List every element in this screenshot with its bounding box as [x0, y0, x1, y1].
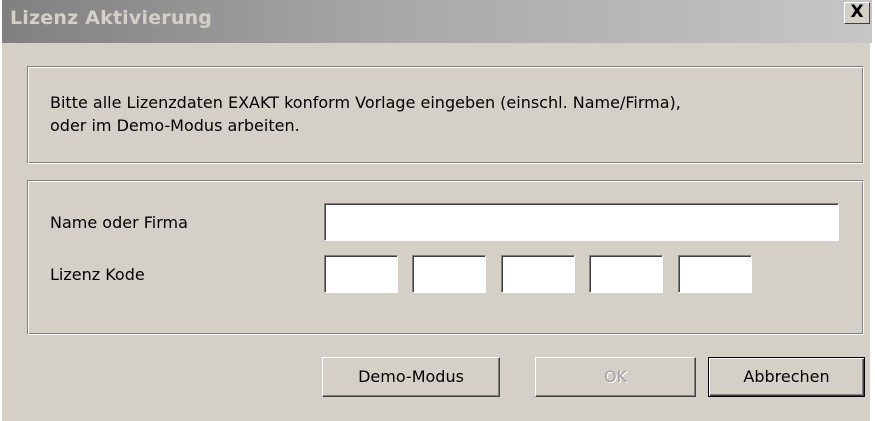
title-bar[interactable]: Lizenz Aktivierung X: [2, 0, 872, 43]
license-code-segment-5-input[interactable]: [678, 255, 752, 293]
close-button[interactable]: X: [844, 2, 870, 24]
license-form-group: Name oder Firma Lizenz Kode: [27, 180, 864, 335]
license-code-segment-2-input[interactable]: [412, 255, 486, 293]
license-code-label: Lizenz Kode: [50, 265, 145, 284]
name-label: Name oder Firma: [50, 213, 188, 232]
name-or-company-input[interactable]: [324, 203, 839, 241]
license-code-segment-3-input[interactable]: [501, 255, 575, 293]
license-activation-dialog: Lizenz Aktivierung X Bitte alle Lizenzda…: [0, 0, 872, 421]
dialog-title: Lizenz Aktivierung: [10, 7, 213, 29]
instruction-text: Bitte alle Lizenzdaten EXAKT konform Vor…: [50, 93, 681, 135]
demo-mode-button[interactable]: Demo-Modus: [322, 357, 500, 397]
info-group: Bitte alle Lizenzdaten EXAKT konform Vor…: [27, 66, 864, 164]
cancel-button[interactable]: Abbrechen: [708, 357, 865, 397]
close-icon: X: [850, 2, 864, 22]
license-code-segment-1-input[interactable]: [324, 255, 398, 293]
license-code-segment-4-input[interactable]: [589, 255, 663, 293]
ok-button[interactable]: OK: [535, 357, 696, 397]
